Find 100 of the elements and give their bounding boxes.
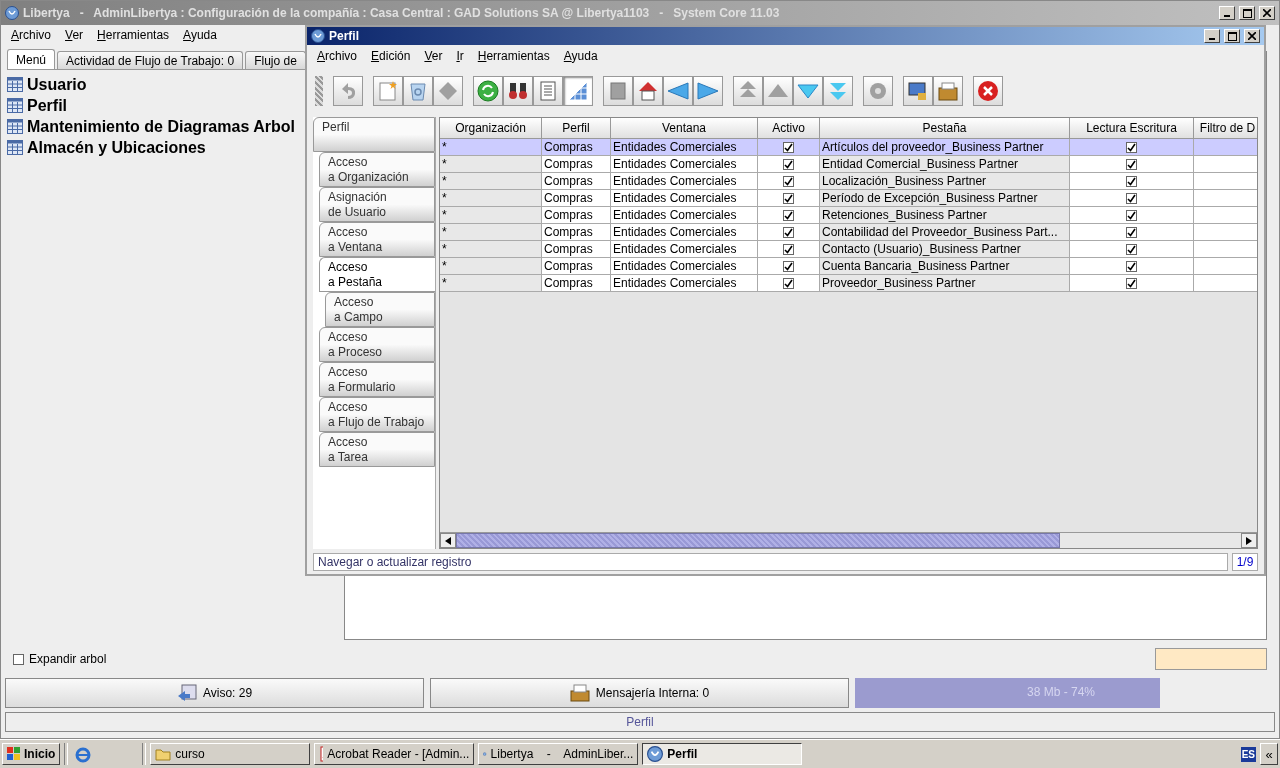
minimize-button[interactable] xyxy=(1219,6,1235,20)
close-button[interactable] xyxy=(1259,6,1275,20)
table-cell: Entidades Comerciales xyxy=(611,156,758,173)
checkbox[interactable] xyxy=(1126,260,1137,272)
table-cell: Localización_Business Partner xyxy=(820,173,1070,190)
refresh-icon xyxy=(476,79,500,103)
checkbox[interactable] xyxy=(783,158,794,170)
side-tab[interactable]: Acceso a Organización xyxy=(319,152,435,187)
column-header[interactable]: Activo xyxy=(758,118,820,139)
checkbox[interactable] xyxy=(1126,175,1137,187)
checkbox[interactable] xyxy=(783,175,794,187)
side-tab[interactable]: Acceso a Flujo de Trabajo xyxy=(319,397,435,432)
folder-icon xyxy=(155,747,172,761)
tray-expand-button[interactable]: « xyxy=(1260,743,1278,765)
close-icon xyxy=(1248,32,1256,40)
scrollbar-thumb[interactable] xyxy=(456,533,1061,548)
minimize-button[interactable] xyxy=(1204,29,1220,43)
menu-item[interactable]: Ver xyxy=(424,49,443,63)
side-tab[interactable]: Acceso a Proceso xyxy=(319,327,435,362)
menu-item[interactable]: Ayuda xyxy=(563,49,598,63)
menu-item[interactable]: Ver xyxy=(65,28,84,42)
scroll-right-button[interactable] xyxy=(1241,533,1257,548)
taskbar-button[interactable]: curso xyxy=(150,743,311,765)
menu-item[interactable]: Edición xyxy=(371,49,411,63)
tree-item[interactable]: Mantenimiento de Diagramas Arbol xyxy=(27,117,295,136)
table-cell: * xyxy=(440,275,542,292)
table-cell: Compras xyxy=(542,139,611,156)
menu-item[interactable]: Herramientas xyxy=(97,28,170,42)
arrow-icon xyxy=(176,684,197,703)
side-tab[interactable]: Perfil xyxy=(313,117,435,152)
side-tab[interactable]: Acceso a Pestaña xyxy=(319,257,435,292)
maximize-icon xyxy=(1242,8,1252,18)
toolbar-grip[interactable] xyxy=(315,76,323,106)
menu-item[interactable]: Herramientas xyxy=(477,49,550,63)
table-cell: Compras xyxy=(542,258,611,275)
table-cell: Entidades Comerciales xyxy=(611,224,758,241)
menu-item[interactable]: Ayuda xyxy=(183,28,217,42)
side-tab[interactable]: Acceso a Ventana xyxy=(319,222,435,257)
window-title: Libertya - AdminLibertya : Configuración de la compañía : Casa Central : GAD Solutions SA @ Libertya1103 - System Core 11.03 xyxy=(23,6,781,20)
toolbar-button[interactable] xyxy=(503,76,533,106)
column-header[interactable]: Organización xyxy=(440,118,542,139)
table-cell: * xyxy=(440,173,542,190)
status-message: Navegar o actualizar registro xyxy=(313,553,1228,571)
tree-item[interactable]: Almacén y Ubicaciones xyxy=(27,138,206,157)
table-icon xyxy=(7,140,23,155)
checkbox[interactable] xyxy=(1126,209,1137,221)
language-indicator[interactable]: ES xyxy=(1240,746,1256,762)
side-tab[interactable]: Asignación de Usuario xyxy=(319,187,435,222)
checkbox[interactable] xyxy=(1126,192,1137,204)
toolbar-button[interactable] xyxy=(903,76,933,106)
checkbox[interactable] xyxy=(783,260,794,272)
table-cell: * xyxy=(440,139,542,156)
start-button[interactable]: Inicio xyxy=(2,743,61,765)
table-cell: Cuenta Bancaria_Business Partner xyxy=(820,258,1070,275)
side-tab[interactable]: Acceso a Campo xyxy=(325,292,435,327)
maximize-button[interactable] xyxy=(1239,6,1255,20)
checkbox[interactable] xyxy=(783,243,794,255)
menu-item[interactable]: Archivo xyxy=(317,49,358,63)
messages-button[interactable]: Mensajería Interna: 0 xyxy=(430,678,849,709)
scroll-left-button[interactable] xyxy=(440,533,456,548)
table-cell: Contacto (Usuario)_Business Partner xyxy=(820,241,1070,258)
column-header[interactable]: Lectura Escritura xyxy=(1070,118,1194,139)
checkbox[interactable] xyxy=(783,226,794,238)
column-header[interactable]: Ventana xyxy=(611,118,758,139)
checkbox[interactable] xyxy=(1126,141,1137,153)
taskbar-button[interactable]: Acrobat Reader - [Admin... xyxy=(314,743,475,765)
side-tab[interactable]: Acceso a Tarea xyxy=(319,432,435,467)
checkbox[interactable] xyxy=(13,653,24,665)
table-cell: Entidades Comerciales xyxy=(611,258,758,275)
column-header[interactable]: Filtro de D xyxy=(1194,118,1257,139)
box-icon xyxy=(569,684,590,703)
checkbox[interactable] xyxy=(783,141,794,153)
checkbox[interactable] xyxy=(783,192,794,204)
side-tab[interactable]: Acceso a Formulario xyxy=(319,362,435,397)
checkbox[interactable] xyxy=(783,277,794,289)
checkbox[interactable] xyxy=(783,209,794,221)
table-cell: Entidades Comerciales xyxy=(611,190,758,207)
close-button[interactable] xyxy=(1244,29,1260,43)
table-icon xyxy=(7,119,23,134)
checkbox[interactable] xyxy=(1126,243,1137,255)
taskbar-button[interactable]: Libertya - AdminLiber... xyxy=(478,743,639,765)
taskbar-button[interactable]: Perfil xyxy=(642,743,803,765)
menu-item[interactable]: Ir xyxy=(456,49,464,63)
window-title: Perfil xyxy=(329,29,360,43)
column-header[interactable]: Perfil xyxy=(542,118,611,139)
tab[interactable]: Actividad de Flujo de Trabajo: 0 xyxy=(57,51,244,69)
column-header[interactable]: Pestaña xyxy=(820,118,1070,139)
table-cell: * xyxy=(440,190,542,207)
checkbox[interactable] xyxy=(1126,277,1137,289)
checkbox[interactable] xyxy=(1126,226,1137,238)
tree-item[interactable]: Perfil xyxy=(27,96,67,115)
tree-item[interactable]: Usuario xyxy=(27,75,87,94)
record-counter: 1/9 xyxy=(1232,553,1258,571)
notice-button[interactable]: Aviso: 29 xyxy=(5,678,424,709)
tab[interactable]: Flujo de xyxy=(245,51,306,69)
menu-item[interactable]: Archivo xyxy=(11,28,52,42)
table-cell: Entidades Comerciales xyxy=(611,207,758,224)
tab[interactable]: Menú xyxy=(7,49,56,69)
maximize-button[interactable] xyxy=(1224,29,1240,43)
checkbox[interactable] xyxy=(1126,158,1137,170)
